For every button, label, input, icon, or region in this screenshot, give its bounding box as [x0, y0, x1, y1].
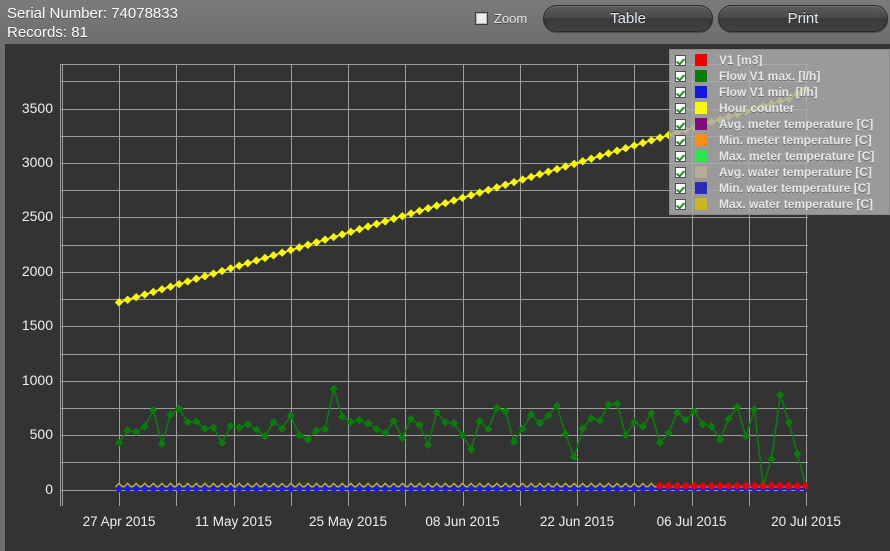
- legend-color-swatch: [695, 150, 707, 162]
- legend-item-label: Max. meter temperature [C]: [719, 149, 875, 163]
- legend-item[interactable]: V1 [m3]: [670, 52, 889, 68]
- legend-color-swatch: [695, 182, 707, 194]
- zoom-checkbox-label: Zoom: [494, 11, 528, 26]
- legend-color-swatch: [695, 70, 707, 82]
- x-axis-tick-label: 06 Jul 2015: [656, 514, 727, 529]
- table-button[interactable]: Table: [543, 5, 713, 32]
- y-axis-tick-label: 1500: [21, 317, 53, 334]
- x-axis-tick-label: 11 May 2015: [194, 514, 273, 529]
- legend-color-swatch: [695, 198, 707, 210]
- zoom-checkbox[interactable]: [475, 12, 488, 25]
- legend-item-label: Avg. water temperature [C]: [719, 165, 872, 179]
- y-axis-tick-label: 2000: [21, 262, 53, 279]
- legend-item[interactable]: Hour counter: [670, 100, 889, 116]
- legend-checkbox[interactable]: [675, 182, 686, 194]
- legend-color-swatch: [695, 86, 707, 98]
- legend-item-label: Min. water temperature [C]: [719, 181, 871, 195]
- legend-checkbox[interactable]: [675, 54, 686, 66]
- x-axis-tick-label: 25 May 2015: [308, 514, 388, 529]
- legend-checkbox[interactable]: [675, 86, 686, 98]
- legend-checkbox[interactable]: [675, 198, 686, 210]
- legend-item[interactable]: Min. meter temperature [C]: [670, 132, 889, 148]
- legend-item-label: Avg. meter temperature [C]: [719, 117, 874, 131]
- y-axis-tick-label: 500: [29, 426, 53, 443]
- zoom-checkbox-group[interactable]: Zoom: [475, 11, 527, 26]
- y-axis-tick-label: 2500: [21, 208, 53, 225]
- legend-item-label: Max. water temperature [C]: [719, 197, 874, 211]
- legend-checkbox[interactable]: [675, 134, 686, 146]
- legend-item-label: V1 [m3]: [719, 53, 763, 67]
- legend-item-label: Flow V1 max. [l/h]: [719, 69, 821, 83]
- series-flow-v1-max-l-h-: [114, 384, 808, 491]
- records-count-text: Records: 81: [7, 24, 88, 41]
- meter-info: Serial Number: 74078833 Records: 81: [7, 4, 178, 42]
- legend-item-label: Flow V1 min. [l/h]: [719, 85, 818, 99]
- chart-legend[interactable]: V1 [m3] Flow V1 max. [l/h] Flow V1 min. [l…: [669, 49, 890, 215]
- x-axis-tick-label: 27 Apr 2015: [82, 514, 156, 529]
- legend-item[interactable]: Avg. water temperature [C]: [670, 164, 889, 180]
- legend-color-swatch: [695, 166, 707, 178]
- legend-checkbox[interactable]: [675, 118, 686, 130]
- header-bar: Serial Number: 74078833 Records: 81 Zoom…: [0, 0, 890, 44]
- y-axis-tick-label: 3000: [21, 154, 53, 170]
- x-axis-tick-label: 20 Jul 2015: [771, 514, 841, 529]
- legend-item[interactable]: Flow V1 max. [l/h]: [670, 68, 889, 84]
- legend-item[interactable]: Max. meter temperature [C]: [670, 148, 889, 164]
- legend-color-swatch: [695, 134, 707, 146]
- legend-color-swatch: [695, 102, 707, 114]
- x-axis-tick-label: 08 Jun 2015: [425, 514, 500, 529]
- legend-checkbox[interactable]: [675, 70, 686, 82]
- legend-color-swatch: [695, 118, 707, 130]
- chart-panel: 0 500 1000 1500 2000 2500 3000 3500 27 Apr 2015…: [5, 44, 890, 551]
- legend-checkbox[interactable]: [675, 166, 686, 178]
- y-axis-tick-label: 1000: [21, 371, 53, 388]
- legend-item[interactable]: Flow V1 min. [l/h]: [670, 84, 889, 100]
- x-axis-tick-label: 22 Jun 2015: [539, 514, 615, 529]
- legend-item-label: Min. meter temperature [C]: [719, 133, 872, 147]
- legend-item[interactable]: Avg. meter temperature [C]: [670, 116, 889, 132]
- legend-item[interactable]: Min. water temperature [C]: [670, 180, 889, 196]
- serial-number-text: Serial Number: 74078833: [7, 5, 178, 22]
- y-axis-labels: 0 500 1000 1500 2000 2500 3000 3500: [5, 64, 53, 505]
- print-button[interactable]: Print: [718, 5, 888, 32]
- legend-checkbox[interactable]: [675, 150, 686, 162]
- legend-checkbox[interactable]: [675, 102, 686, 114]
- y-axis-tick-label: 3500: [21, 99, 53, 116]
- legend-color-swatch: [695, 54, 707, 66]
- legend-item[interactable]: Max. water temperature [C]: [670, 196, 889, 212]
- legend-item-label: Hour counter: [719, 101, 795, 115]
- y-axis-tick-label: 0: [45, 480, 53, 497]
- x-axis-labels: 27 Apr 2015 11 May 2015 25 May 2015 08 Jun …: [5, 514, 890, 544]
